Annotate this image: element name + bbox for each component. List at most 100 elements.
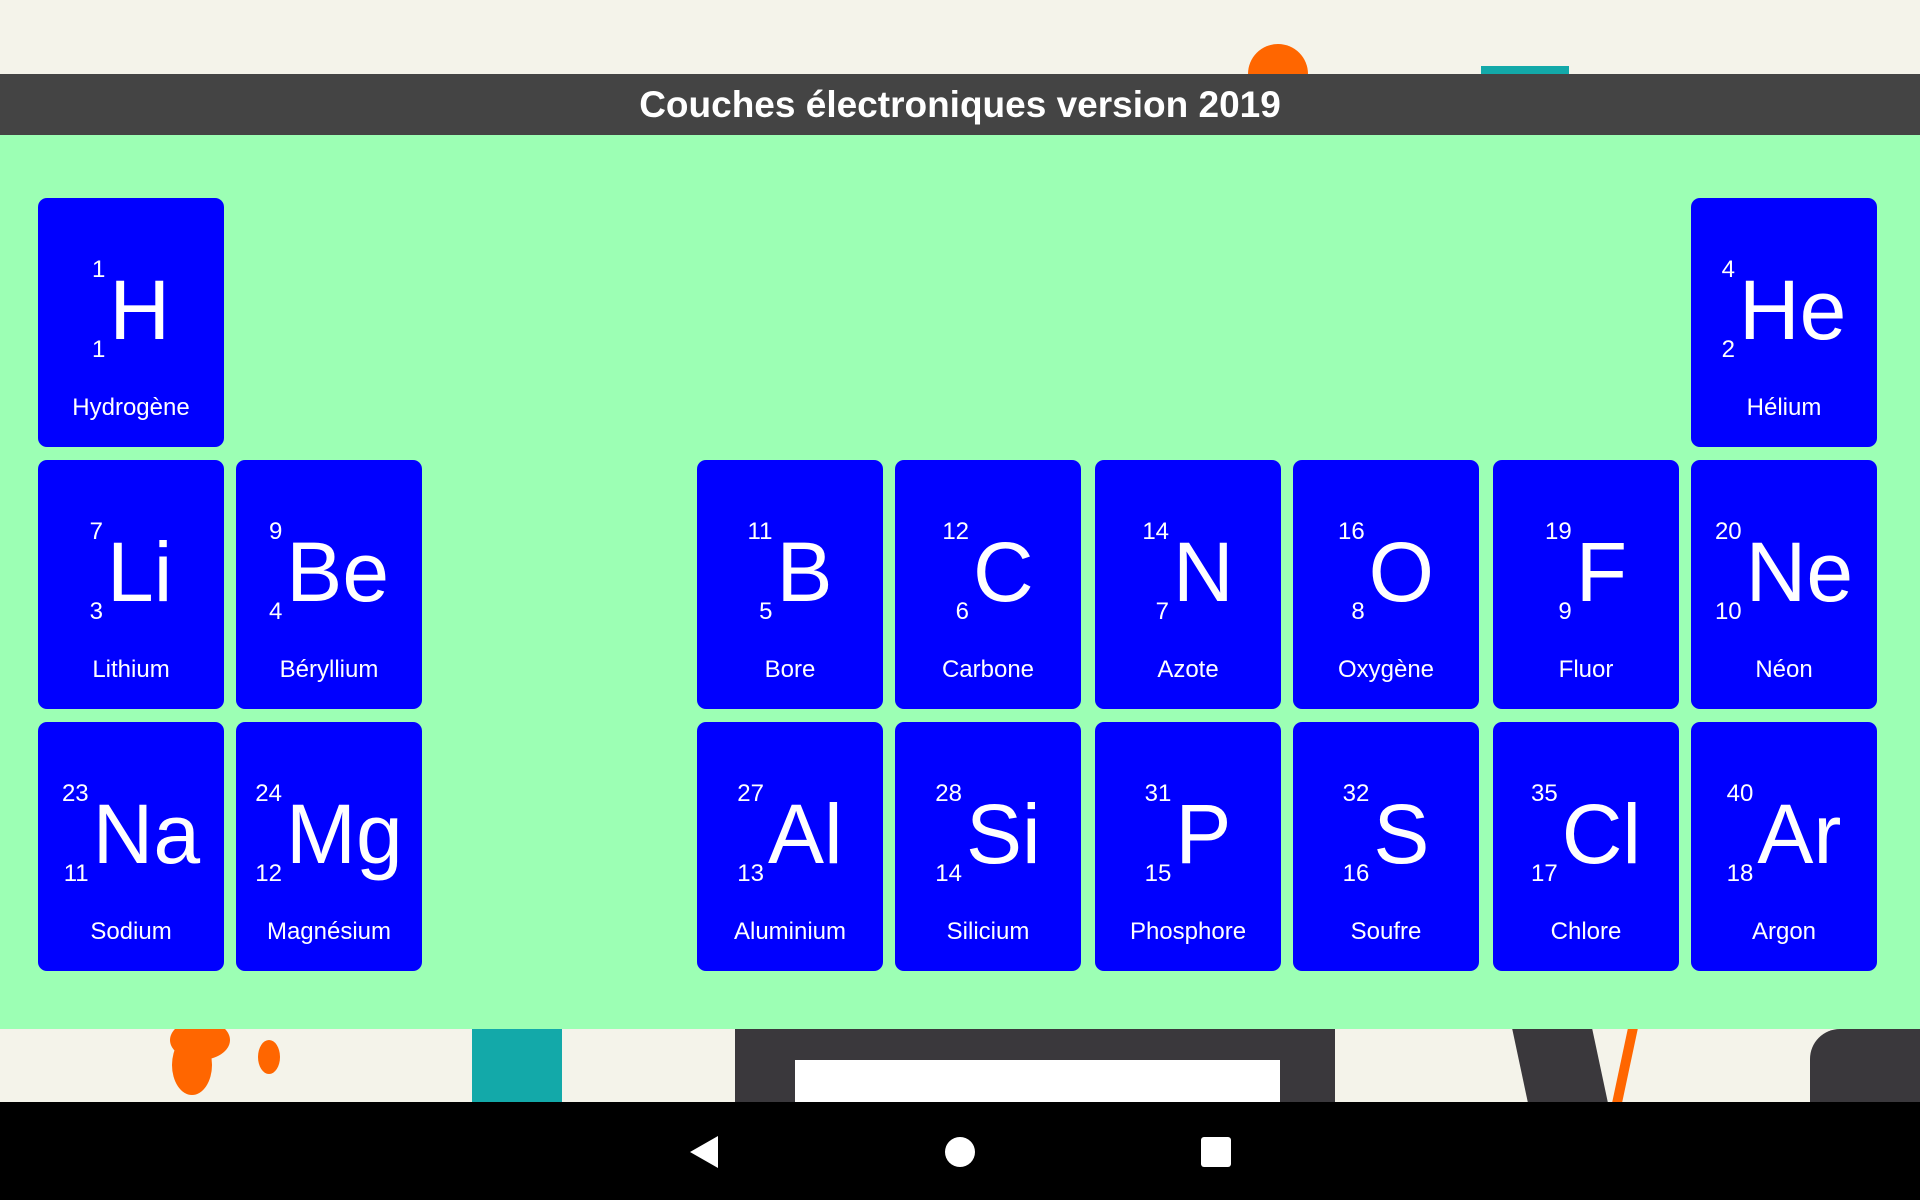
element-tile-o[interactable]: 16 8 O Oxygène bbox=[1293, 460, 1479, 709]
mass-number: 14 bbox=[1142, 518, 1170, 545]
atomic-number: 8 bbox=[1351, 598, 1365, 625]
element-name: Béryllium bbox=[279, 656, 379, 683]
element-numbers: 23 11 bbox=[62, 780, 89, 888]
element-numbers: 73 bbox=[90, 518, 103, 626]
atomic-number: 4 bbox=[268, 598, 283, 625]
element-numbers: 24 12 bbox=[255, 780, 282, 888]
atomic-number: 9 bbox=[1558, 598, 1572, 625]
element-tile-c[interactable]: 12 6 C Carbone bbox=[895, 460, 1081, 709]
atomic-number: 14 bbox=[935, 860, 962, 887]
element-tile-p[interactable]: 31 15 P Phosphore bbox=[1095, 722, 1281, 971]
element-core: 16 8 O bbox=[1293, 508, 1479, 636]
atomic-number: 13 bbox=[737, 860, 764, 887]
element-numbers: 11 5 bbox=[748, 518, 773, 626]
element-symbol: C bbox=[973, 525, 1034, 619]
element-name: Hydrogène bbox=[72, 394, 190, 421]
element-symbol: Ar bbox=[1757, 787, 1842, 881]
element-core: 20 10 Ne bbox=[1691, 508, 1877, 636]
element-symbol: F bbox=[1575, 525, 1627, 619]
element-tile-al[interactable]: 27 13 Al Aluminium bbox=[697, 722, 883, 971]
atomic-number: 16 bbox=[1342, 860, 1370, 887]
element-symbol: Ne bbox=[1745, 525, 1854, 619]
element-symbol: Li bbox=[106, 525, 173, 619]
element-core: 4 2 He bbox=[1691, 246, 1877, 374]
atomic-number: 17 bbox=[1530, 860, 1558, 887]
element-tile-f[interactable]: 19 9 F Fluor bbox=[1493, 460, 1679, 709]
mass-number: 28 bbox=[935, 780, 962, 807]
element-numbers: 94 bbox=[269, 518, 282, 626]
element-numbers: 20 10 bbox=[1715, 518, 1742, 626]
element-name: Hélium bbox=[1746, 394, 1822, 421]
atomic-number: 2 bbox=[1721, 336, 1735, 363]
element-name: Chlore bbox=[1550, 918, 1622, 945]
mass-number: 23 bbox=[61, 780, 89, 807]
mass-number: 12 bbox=[942, 518, 970, 545]
element-numbers: 11 bbox=[92, 256, 105, 364]
atomic-number: 6 bbox=[955, 598, 970, 625]
element-numbers: 31 15 bbox=[1145, 780, 1172, 888]
element-symbol: Mg bbox=[286, 787, 403, 881]
element-tile-be[interactable]: 9 4 Be Béryllium bbox=[236, 460, 422, 709]
element-core: 23 11 Na bbox=[38, 770, 224, 898]
element-symbol: S bbox=[1373, 787, 1430, 881]
mass-number: 4 bbox=[1721, 256, 1735, 283]
element-core: 40 18 Ar bbox=[1691, 770, 1877, 898]
element-tile-n[interactable]: 14 7 N Azote bbox=[1095, 460, 1281, 709]
element-name: Bore bbox=[764, 656, 816, 683]
mass-number: 19 bbox=[1544, 518, 1572, 545]
element-core: 31 15 P bbox=[1095, 770, 1281, 898]
element-numbers: 19 9 bbox=[1545, 518, 1572, 626]
element-tile-mg[interactable]: 24 12 Mg Magnésium bbox=[236, 722, 422, 971]
element-numbers: 12 6 bbox=[942, 518, 969, 626]
element-symbol: Na bbox=[92, 787, 201, 881]
element-numbers: 42 bbox=[1722, 256, 1735, 364]
mass-number: 40 bbox=[1726, 780, 1754, 807]
element-tile-cl[interactable]: 35 17 Cl Chlore bbox=[1493, 722, 1679, 971]
element-symbol: Cl bbox=[1561, 787, 1642, 881]
mass-number: 1 bbox=[91, 256, 106, 283]
mass-number: 9 bbox=[268, 518, 283, 545]
element-name: Aluminium bbox=[733, 918, 847, 945]
element-symbol: B bbox=[776, 525, 833, 619]
element-name: Oxygène bbox=[1337, 656, 1435, 683]
element-name: Magnésium bbox=[266, 918, 392, 945]
element-symbol: P bbox=[1175, 787, 1232, 881]
element-tile-ar[interactable]: 40 18 Ar Argon bbox=[1691, 722, 1877, 971]
element-core: 28 14 Si bbox=[895, 770, 1081, 898]
back-icon[interactable] bbox=[686, 1132, 726, 1172]
mass-number: 32 bbox=[1342, 780, 1370, 807]
element-core: 27 13 Al bbox=[697, 770, 883, 898]
element-tile-s[interactable]: 32 16 S Soufre bbox=[1293, 722, 1479, 971]
element-name: Silicium bbox=[946, 918, 1030, 945]
recents-icon[interactable] bbox=[1196, 1132, 1236, 1172]
element-core: 32 16 S bbox=[1293, 770, 1479, 898]
element-tile-he[interactable]: 4 2 He Hélium bbox=[1691, 198, 1877, 447]
mass-number: 24 bbox=[255, 780, 282, 807]
element-numbers: 40 18 bbox=[1727, 780, 1754, 888]
atomic-number: 3 bbox=[89, 598, 103, 625]
element-symbol: H bbox=[109, 263, 171, 357]
element-tile-b[interactable]: 11 5 B Bore bbox=[697, 460, 883, 709]
mass-number: 7 bbox=[89, 518, 103, 545]
element-core: 19 9 F bbox=[1493, 508, 1679, 636]
home-icon[interactable] bbox=[940, 1132, 980, 1172]
element-symbol: Si bbox=[966, 787, 1041, 881]
element-core: 14 7 N bbox=[1095, 508, 1281, 636]
atomic-number: 15 bbox=[1144, 860, 1172, 887]
element-name: Fluor bbox=[1558, 656, 1614, 683]
element-tile-ne[interactable]: 20 10 Ne Néon bbox=[1691, 460, 1877, 709]
element-tile-na[interactable]: 23 11 Na Sodium bbox=[38, 722, 224, 971]
element-tile-h[interactable]: 1 1 H Hydrogène bbox=[38, 198, 224, 447]
periodic-table-panel: 1 1 H Hydrogène 4 2 He Hélium 7 3 Li Lithium 9 4 Be Bér… bbox=[0, 135, 1920, 1029]
element-name: Argon bbox=[1751, 918, 1817, 945]
element-tile-li[interactable]: 7 3 Li Lithium bbox=[38, 460, 224, 709]
element-symbol: Be bbox=[286, 525, 390, 619]
app-title: Couches électroniques version 2019 bbox=[639, 83, 1281, 125]
element-name: Soufre bbox=[1350, 918, 1422, 945]
element-core: 9 4 Be bbox=[236, 508, 422, 636]
mass-number: 16 bbox=[1337, 518, 1365, 545]
atomic-number: 11 bbox=[63, 860, 89, 887]
element-tile-si[interactable]: 28 14 Si Silicium bbox=[895, 722, 1081, 971]
mass-number: 20 bbox=[1714, 518, 1742, 545]
element-numbers: 32 16 bbox=[1343, 780, 1370, 888]
